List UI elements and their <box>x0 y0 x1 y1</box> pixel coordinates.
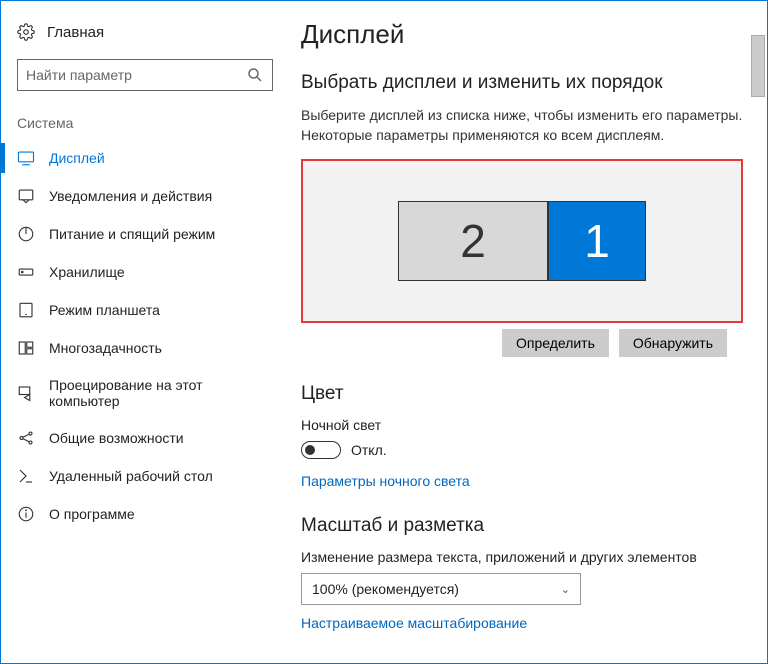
sidebar-item-label: Дисплей <box>49 150 105 166</box>
scrollbar-thumb[interactable] <box>751 35 765 97</box>
resize-label: Изменение размера текста, приложений и д… <box>301 549 743 565</box>
arrange-heading: Выбрать дисплеи и изменить их порядок <box>301 72 743 94</box>
section-label: Система <box>1 115 289 139</box>
arrange-desc: Выберите дисплей из списка ниже, чтобы и… <box>301 106 743 145</box>
sidebar-item-about[interactable]: О программе <box>1 495 289 533</box>
chevron-down-icon: ⌄ <box>561 583 570 596</box>
sidebar-item-label: Проецирование на этот компьютер <box>49 377 273 409</box>
remote-icon <box>17 467 35 485</box>
display-icon <box>17 149 35 167</box>
monitor-2[interactable]: 2 <box>398 201 548 281</box>
sidebar: Главная Найти параметр Система Дисплей У… <box>1 1 289 663</box>
tablet-icon <box>17 301 35 319</box>
scale-heading: Масштаб и разметка <box>301 515 743 537</box>
notification-icon <box>17 187 35 205</box>
multitasking-icon <box>17 339 35 357</box>
sidebar-item-storage[interactable]: Хранилище <box>1 253 289 291</box>
search-input[interactable]: Найти параметр <box>17 59 273 91</box>
sidebar-item-label: Уведомления и действия <box>49 188 212 204</box>
sidebar-item-label: Общие возможности <box>49 430 184 446</box>
sidebar-item-label: О программе <box>49 506 135 522</box>
search-icon <box>246 66 264 84</box>
home-link[interactable]: Главная <box>1 23 289 59</box>
sidebar-item-label: Многозадачность <box>49 340 162 356</box>
sidebar-item-label: Питание и спящий режим <box>49 226 215 242</box>
search-placeholder: Найти параметр <box>26 67 132 83</box>
page-title: Дисплей <box>301 19 743 50</box>
sidebar-item-display[interactable]: Дисплей <box>1 139 289 177</box>
main-content: Дисплей Выбрать дисплеи и изменить их по… <box>289 1 767 663</box>
sidebar-item-label: Режим планшета <box>49 302 160 318</box>
sidebar-item-projecting[interactable]: Проецирование на этот компьютер <box>1 367 289 419</box>
sidebar-item-label: Хранилище <box>49 264 125 280</box>
shared-icon <box>17 429 35 447</box>
scale-select[interactable]: 100% (рекомендуется) ⌄ <box>301 573 581 605</box>
sidebar-item-notifications[interactable]: Уведомления и действия <box>1 177 289 215</box>
gear-icon <box>17 23 35 41</box>
info-icon <box>17 505 35 523</box>
home-label: Главная <box>47 24 104 41</box>
storage-icon <box>17 263 35 281</box>
detect-button[interactable]: Обнаружить <box>619 329 727 357</box>
sidebar-item-shared[interactable]: Общие возможности <box>1 419 289 457</box>
nightlight-label: Ночной свет <box>301 417 743 433</box>
nightlight-toggle[interactable] <box>301 441 341 459</box>
sidebar-item-remote[interactable]: Удаленный рабочий стол <box>1 457 289 495</box>
sidebar-item-label: Удаленный рабочий стол <box>49 468 213 484</box>
color-heading: Цвет <box>301 383 743 405</box>
nightlight-settings-link[interactable]: Параметры ночного света <box>301 473 743 489</box>
sidebar-item-multitasking[interactable]: Многозадачность <box>1 329 289 367</box>
sidebar-item-tablet[interactable]: Режим планшета <box>1 291 289 329</box>
scale-value: 100% (рекомендуется) <box>312 581 459 597</box>
sidebar-item-power[interactable]: Питание и спящий режим <box>1 215 289 253</box>
monitor-1[interactable]: 1 <box>548 201 646 281</box>
toggle-state-text: Откл. <box>351 442 387 458</box>
identify-button[interactable]: Определить <box>502 329 609 357</box>
custom-scaling-link[interactable]: Настраиваемое масштабирование <box>301 615 743 631</box>
projecting-icon <box>17 384 35 402</box>
display-arrangement-area[interactable]: 2 1 <box>301 159 743 323</box>
power-icon <box>17 225 35 243</box>
